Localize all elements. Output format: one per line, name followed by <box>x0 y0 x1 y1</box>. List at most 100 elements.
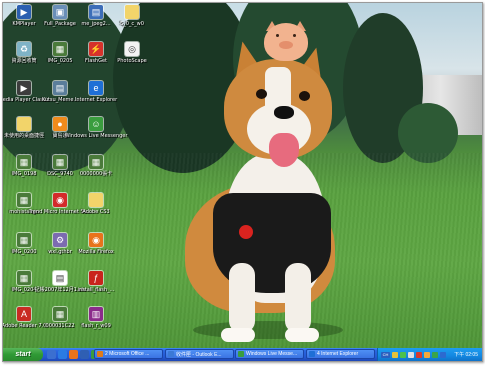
script-file-icon: ⚙ <box>53 233 67 247</box>
desktop-icon[interactable]: ◉ Mozilla Firefox <box>76 233 116 255</box>
internet-explorer-icon: e <box>89 81 103 95</box>
desktop-icon[interactable]: ▤ me_jpeg2... <box>76 5 116 27</box>
recycle-bin-icon: ♻ <box>17 42 31 56</box>
media-player-icon[interactable] <box>80 350 89 359</box>
photo-file-icon: ▦ <box>17 155 31 169</box>
desktop-icon-label: KMPlayer <box>12 21 36 27</box>
desktop-icon-label: 資源回收筒 <box>11 58 37 64</box>
wallpaper-pig-eye <box>293 34 296 37</box>
start-button-label: start <box>15 351 31 358</box>
messenger-icon: ☺ <box>89 117 103 131</box>
update-icon[interactable] <box>424 351 430 358</box>
flashget-icon: ⚡ <box>89 42 103 56</box>
desktop-icon[interactable]: ⚙ wxl.gthbr <box>40 233 80 255</box>
desktop-icon-label: Mozilla Firefox <box>78 249 114 255</box>
desktop-icon[interactable]: ♻ 資源回收筒 <box>4 42 44 64</box>
desktop-icon[interactable]: ▦ IMG_0200 <box>4 233 44 255</box>
wallpaper-dog-leg <box>229 263 255 333</box>
wallpaper-dog-nose <box>274 106 294 119</box>
desktop-icon-label: Internet Explorer <box>74 97 118 103</box>
internet-explorer-icon[interactable] <box>58 350 67 359</box>
quick-launch-bar <box>47 350 100 359</box>
taskbar-button[interactable]: 2 Microsoft Office ... <box>94 349 163 359</box>
wallpaper-dog-tongue <box>269 133 299 167</box>
photo-file-icon: ▦ <box>17 233 31 247</box>
language-indicator[interactable]: CH <box>381 351 390 358</box>
tray-icon-group <box>392 351 446 358</box>
desktop-icon[interactable]: ▦ 0000000張卡 <box>76 155 116 177</box>
desktop-icon[interactable]: ▦ DSC_9740 <box>40 155 80 177</box>
network-icon[interactable] <box>400 351 406 358</box>
taskbar-button-label: Windows Live Messe... <box>246 351 298 357</box>
package-icon: ▣ <box>53 5 67 19</box>
photo-file-icon: ▦ <box>53 307 67 321</box>
desktop-icon[interactable]: ▥ flash_r_w09 <box>76 307 116 329</box>
desktop-icon[interactable]: ◎ PhotoScape <box>112 42 152 64</box>
desktop-icon[interactable]: ☺ Windows Live Messenger <box>65 117 127 139</box>
wallpaper-pig-nose <box>279 41 293 49</box>
archive-icon: ▥ <box>89 307 103 321</box>
wallpaper-dog-eye <box>256 89 267 99</box>
system-tray: CH 下午 02:05 <box>377 348 482 361</box>
desktop-icon[interactable]: A Adobe Reader 7.0 <box>3 307 46 329</box>
desktop-icon[interactable]: ▦ IMG_0205 <box>40 42 80 64</box>
desktop-icon[interactable]: 5_0_c_w0 <box>112 5 152 27</box>
desktop-icon-label: Windows Live Messenger <box>64 133 128 139</box>
security-icon[interactable] <box>416 351 422 358</box>
taskbar-button-label: 4 Internet Explorer <box>317 351 359 357</box>
photo-file-icon: ▦ <box>17 271 31 285</box>
taskbar-clock[interactable]: 下午 02:05 <box>454 351 478 358</box>
wallpaper-dog-paw <box>285 328 319 342</box>
show-desktop-icon[interactable] <box>47 350 56 359</box>
messenger-icon <box>238 351 244 357</box>
taskbar-button[interactable]: Windows Live Messe... <box>235 349 304 359</box>
desktop-icon[interactable]: ▶ KMPlayer <box>4 5 44 27</box>
outlook-icon <box>168 351 174 357</box>
photoscape-icon: ◎ <box>125 42 139 56</box>
wallpaper-dog-leg <box>285 263 311 333</box>
image-file-icon: ▤ <box>89 5 103 19</box>
photo-file-icon: ▦ <box>89 155 103 169</box>
kmplayer-icon: ▶ <box>17 5 31 19</box>
desktop-icon-label: IMG_0205 <box>47 58 73 64</box>
desktop-icon[interactable]: ⚡ FlashGet <box>76 42 116 64</box>
desktop-icon[interactable]: ▤ 記帳2007年12月1.xls <box>35 271 85 293</box>
desktop-icon-label: install_flash_... <box>77 287 115 293</box>
photo-file-icon: ▦ <box>53 42 67 56</box>
desktop-icon[interactable]: ▣ Full_Package <box>40 5 80 27</box>
volume-icon[interactable] <box>408 351 414 358</box>
desktop-icon[interactable]: ▦ IMG_0198 <box>4 155 44 177</box>
taskbar-button[interactable]: 收件匣 - Outlook E... <box>165 349 234 359</box>
taskbar-button-label: 收件匣 - Outlook E... <box>176 351 222 358</box>
wallpaper-dog-eye <box>299 91 310 101</box>
desktop-icon[interactable]: 未使用的桌面捷徑 <box>4 117 44 139</box>
app-icon: ● <box>53 117 67 131</box>
flash-installer-icon: ƒ <box>89 271 103 285</box>
firefox-icon: ◉ <box>89 233 103 247</box>
tray-app-icon[interactable] <box>392 351 398 358</box>
desktop-icon-label: Adobe CS3 <box>82 209 110 215</box>
folder-icon <box>17 117 31 131</box>
messenger-tray-icon[interactable] <box>432 351 438 358</box>
desktop-icon[interactable]: e Internet Explorer <box>74 81 118 103</box>
desktop-icon[interactable]: ƒ install_flash_... <box>76 271 116 293</box>
internet-explorer-icon <box>309 351 315 357</box>
taskbar-button[interactable]: 4 Internet Explorer <box>306 349 375 359</box>
folder-icon <box>125 5 139 19</box>
desktop-icon-label: Full_Package <box>44 21 76 27</box>
desktop[interactable]: ▶ KMPlayer ♻ 資源回收筒 ▶ Media Player Classic 未使用的… <box>3 3 482 348</box>
wallpaper-pig-eye <box>276 34 279 37</box>
start-button[interactable]: start <box>3 348 43 361</box>
photo-file-icon: ▦ <box>17 193 31 207</box>
desktop-icon-label: PhotoScape <box>117 58 147 64</box>
desktop-icon[interactable]: Adobe CS3 <box>76 193 116 215</box>
tray-shield-icon[interactable] <box>440 351 446 358</box>
media-player-icon: ▶ <box>17 81 31 95</box>
desktop-icon-label: me_jpeg2... <box>81 21 111 27</box>
desktop-icon[interactable]: ◉ Trend Micro Internet Se... <box>29 193 91 215</box>
desktop-icon[interactable]: ▶ Media Player Classic <box>3 81 50 103</box>
firefox-icon[interactable] <box>69 350 78 359</box>
desktop-icon[interactable]: ▦ 000031C22 <box>40 307 80 329</box>
desktop-icon-label: 000031C22 <box>45 323 75 329</box>
taskbar-button-label: 2 Microsoft Office ... <box>105 351 150 357</box>
